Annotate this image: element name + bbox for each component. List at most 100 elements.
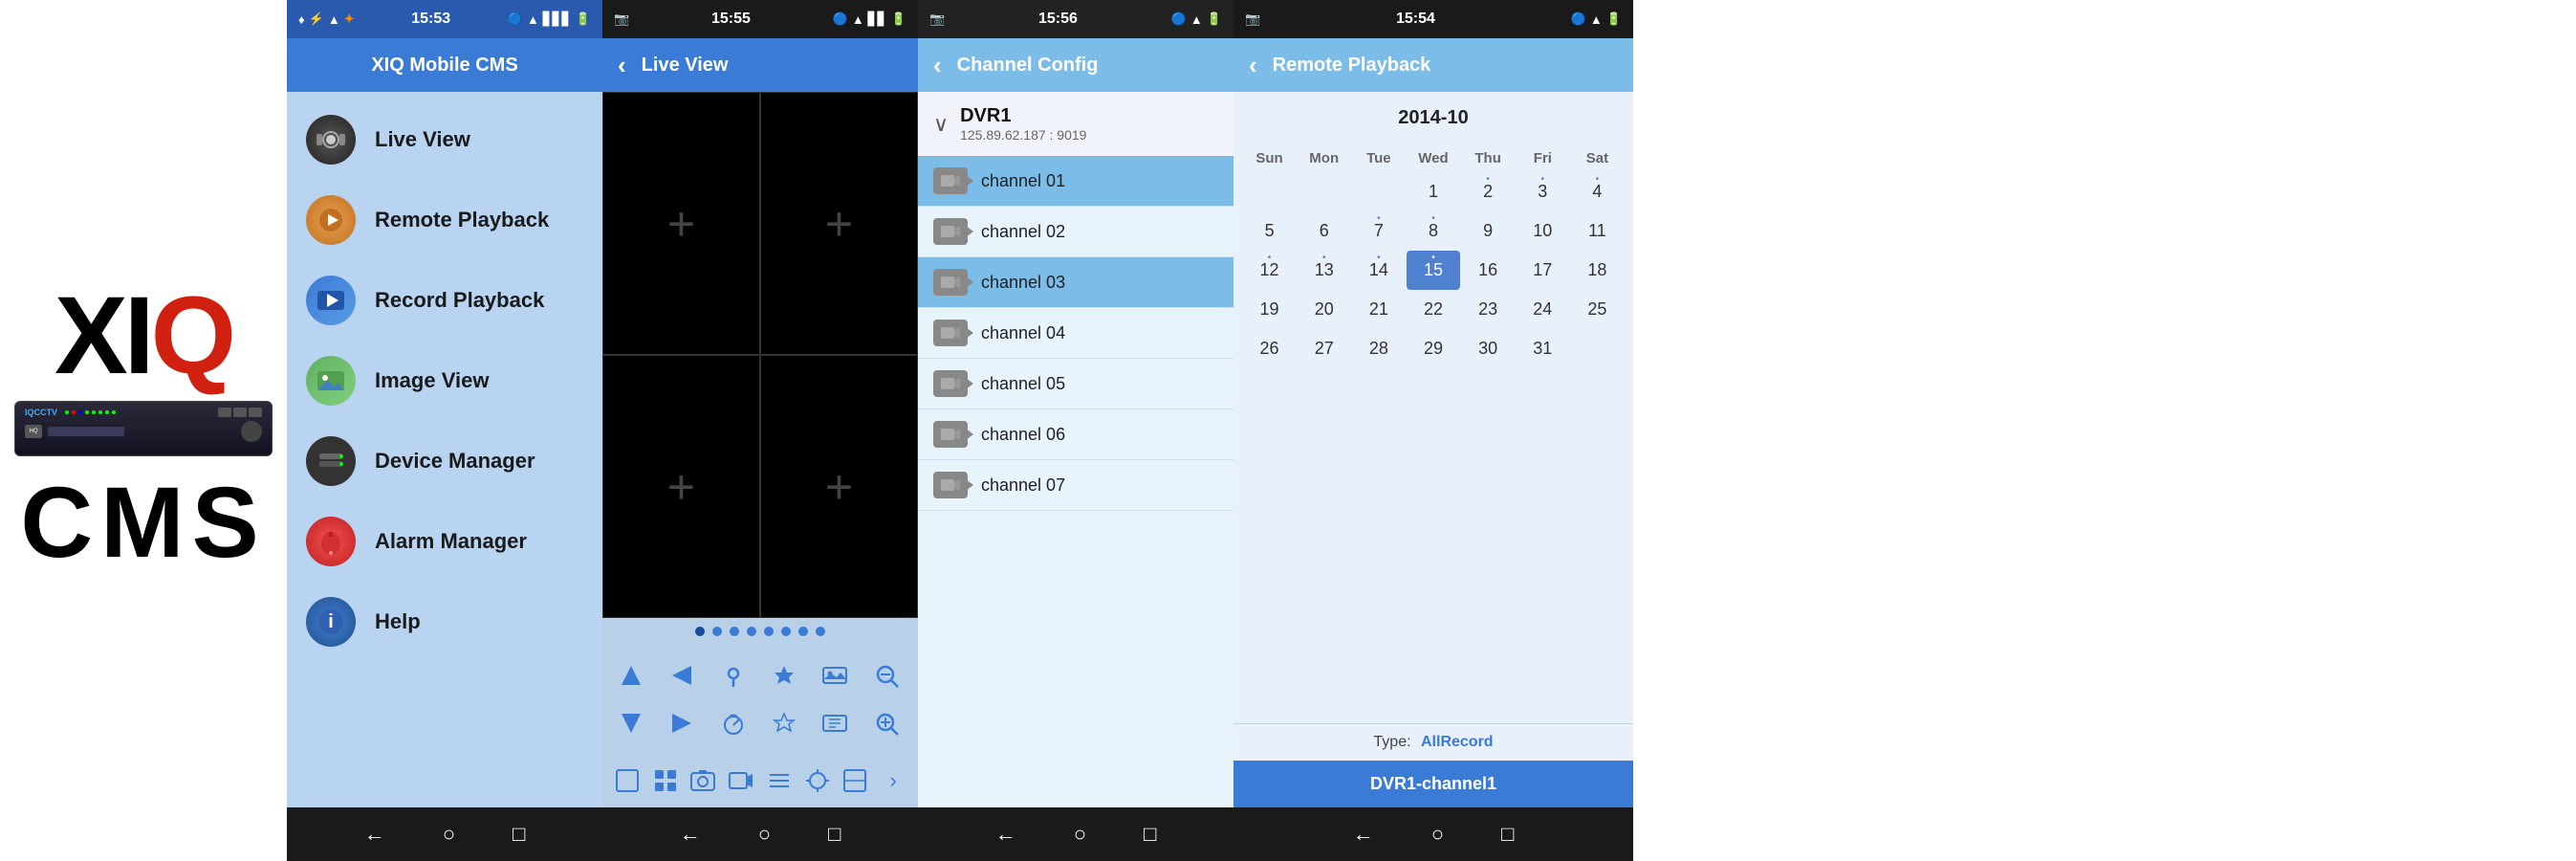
- cal-cell-21[interactable]: 21: [1352, 290, 1405, 329]
- cal-cell-23[interactable]: 23: [1462, 290, 1515, 329]
- cal-cell-6[interactable]: 6: [1298, 211, 1350, 251]
- cal-header-wed: Wed: [1407, 144, 1459, 172]
- scene-btn[interactable]: [814, 654, 856, 696]
- cal-cell-18[interactable]: 18: [1571, 251, 1624, 290]
- channel-row-6[interactable]: channel 06: [918, 409, 1233, 460]
- channel-row-3[interactable]: channel 03: [918, 257, 1233, 308]
- cal-cell-14[interactable]: 14: [1352, 251, 1405, 290]
- menu-item-remote-playback[interactable]: Remote Playback: [287, 182, 602, 258]
- cal-cell-28[interactable]: 28: [1352, 329, 1405, 368]
- home-btn-live[interactable]: ○: [758, 822, 771, 847]
- page-dot-4[interactable]: [747, 627, 756, 636]
- cal-cell-13[interactable]: 13: [1298, 251, 1350, 290]
- zoom-out-btn[interactable]: [865, 654, 907, 696]
- back-arrow-channel[interactable]: ‹: [933, 51, 942, 80]
- cal-cell-11[interactable]: 11: [1571, 211, 1624, 251]
- menu-item-live-view[interactable]: Live View: [287, 101, 602, 178]
- fullscreen-btn[interactable]: [800, 762, 835, 800]
- cal-cell-8[interactable]: 8: [1407, 211, 1459, 251]
- cal-cell-2[interactable]: 2: [1462, 172, 1515, 211]
- cal-cell-4[interactable]: 4: [1571, 172, 1624, 211]
- live-cell-1[interactable]: +: [602, 92, 760, 355]
- layout-wide-btn[interactable]: [839, 762, 873, 800]
- snapshot-btn[interactable]: [687, 762, 721, 800]
- menu-item-device-manager[interactable]: Device Manager: [287, 423, 602, 499]
- focus-btn[interactable]: [763, 702, 805, 744]
- back-arrow-live[interactable]: ‹: [618, 51, 626, 80]
- iris-btn[interactable]: [763, 654, 805, 696]
- cal-cell-27[interactable]: 27: [1298, 329, 1350, 368]
- recent-btn-pb[interactable]: □: [1501, 822, 1514, 847]
- channel-row-1[interactable]: channel 01: [918, 156, 1233, 207]
- cal-cell-16[interactable]: 16: [1462, 251, 1515, 290]
- more-btn[interactable]: ›: [876, 762, 910, 800]
- back-btn-menu[interactable]: ←: [364, 822, 385, 847]
- cal-cell-9[interactable]: 9: [1462, 211, 1515, 251]
- cal-header-mon: Mon: [1298, 144, 1350, 172]
- signal-icon: ▋▋▋: [543, 11, 572, 27]
- channel-row-4[interactable]: channel 04: [918, 308, 1233, 359]
- cal-cell-26[interactable]: 26: [1243, 329, 1296, 368]
- cal-cell-7[interactable]: 7: [1352, 211, 1405, 251]
- channel-select-btn[interactable]: DVR1-channel1: [1233, 761, 1633, 807]
- cal-cell-25[interactable]: 25: [1571, 290, 1624, 329]
- menu-item-help[interactable]: i Help: [287, 584, 602, 660]
- camera-icon: [306, 115, 356, 165]
- speed-btn[interactable]: [712, 702, 754, 744]
- ptz-down-btn[interactable]: [610, 702, 652, 744]
- cal-cell-15-today[interactable]: 15: [1407, 251, 1459, 290]
- back-arrow-pb[interactable]: ‹: [1249, 51, 1257, 80]
- page-dot-5[interactable]: [764, 627, 774, 636]
- back-btn-channel[interactable]: ←: [995, 822, 1016, 847]
- home-btn-menu[interactable]: ○: [443, 822, 455, 847]
- cal-cell-10[interactable]: 10: [1517, 211, 1569, 251]
- cal-cell-22[interactable]: 22: [1407, 290, 1459, 329]
- page-dot-3[interactable]: [730, 627, 739, 636]
- layout-2x2-btn[interactable]: [648, 762, 683, 800]
- ptz-right-btn[interactable]: [661, 702, 703, 744]
- recent-btn-channel[interactable]: □: [1144, 822, 1156, 847]
- live-cell-2[interactable]: +: [760, 92, 918, 355]
- page-dot-2[interactable]: [712, 627, 722, 636]
- page-dot-1[interactable]: [695, 627, 705, 636]
- channel-row-2[interactable]: channel 02: [918, 207, 1233, 257]
- recent-btn-live[interactable]: □: [828, 822, 840, 847]
- list-btn[interactable]: [762, 762, 797, 800]
- live-cell-4[interactable]: +: [760, 355, 918, 618]
- layout-1x1-btn[interactable]: [610, 762, 644, 800]
- home-btn-channel[interactable]: ○: [1074, 822, 1086, 847]
- cal-cell-5[interactable]: 5: [1243, 211, 1296, 251]
- channel-row-5[interactable]: channel 05: [918, 359, 1233, 409]
- menu-item-record-playback[interactable]: Record Playback: [287, 262, 602, 339]
- page-dot-8[interactable]: [816, 627, 825, 636]
- record-btn[interactable]: [724, 762, 758, 800]
- cal-cell-19[interactable]: 19: [1243, 290, 1296, 329]
- page-dot-6[interactable]: [781, 627, 791, 636]
- cal-cell-3[interactable]: 3: [1517, 172, 1569, 211]
- cal-cell-12[interactable]: 12: [1243, 251, 1296, 290]
- cal-cell-1[interactable]: 1: [1407, 172, 1459, 211]
- expand-dvr-icon[interactable]: ∨: [933, 112, 949, 137]
- scene2-btn[interactable]: [814, 702, 856, 744]
- home-btn-pb[interactable]: ○: [1431, 822, 1444, 847]
- cal-cell-20[interactable]: 20: [1298, 290, 1350, 329]
- cal-cell-24[interactable]: 24: [1517, 290, 1569, 329]
- ptz-up-btn[interactable]: [610, 654, 652, 696]
- cal-cell-30[interactable]: 30: [1462, 329, 1515, 368]
- cal-cell-29[interactable]: 29: [1407, 329, 1459, 368]
- back-btn-live[interactable]: ←: [680, 822, 701, 847]
- page-dot-7[interactable]: [798, 627, 808, 636]
- live-cell-3[interactable]: +: [602, 355, 760, 618]
- cal-cell-17[interactable]: 17: [1517, 251, 1569, 290]
- channel-row-7[interactable]: channel 07: [918, 460, 1233, 511]
- recent-btn-menu[interactable]: □: [513, 822, 525, 847]
- menu-item-alarm-manager[interactable]: Alarm Manager: [287, 503, 602, 580]
- location-btn[interactable]: [712, 654, 754, 696]
- cal-cell-31[interactable]: 31: [1517, 329, 1569, 368]
- android-icon: ♦: [298, 12, 305, 27]
- zoom-in-btn[interactable]: [865, 702, 907, 744]
- ptz-left-btn[interactable]: [661, 654, 703, 696]
- back-btn-pb[interactable]: ←: [1353, 822, 1374, 847]
- menu-item-image-view[interactable]: Image View: [287, 342, 602, 419]
- status-time-menu: 15:53: [411, 11, 450, 28]
